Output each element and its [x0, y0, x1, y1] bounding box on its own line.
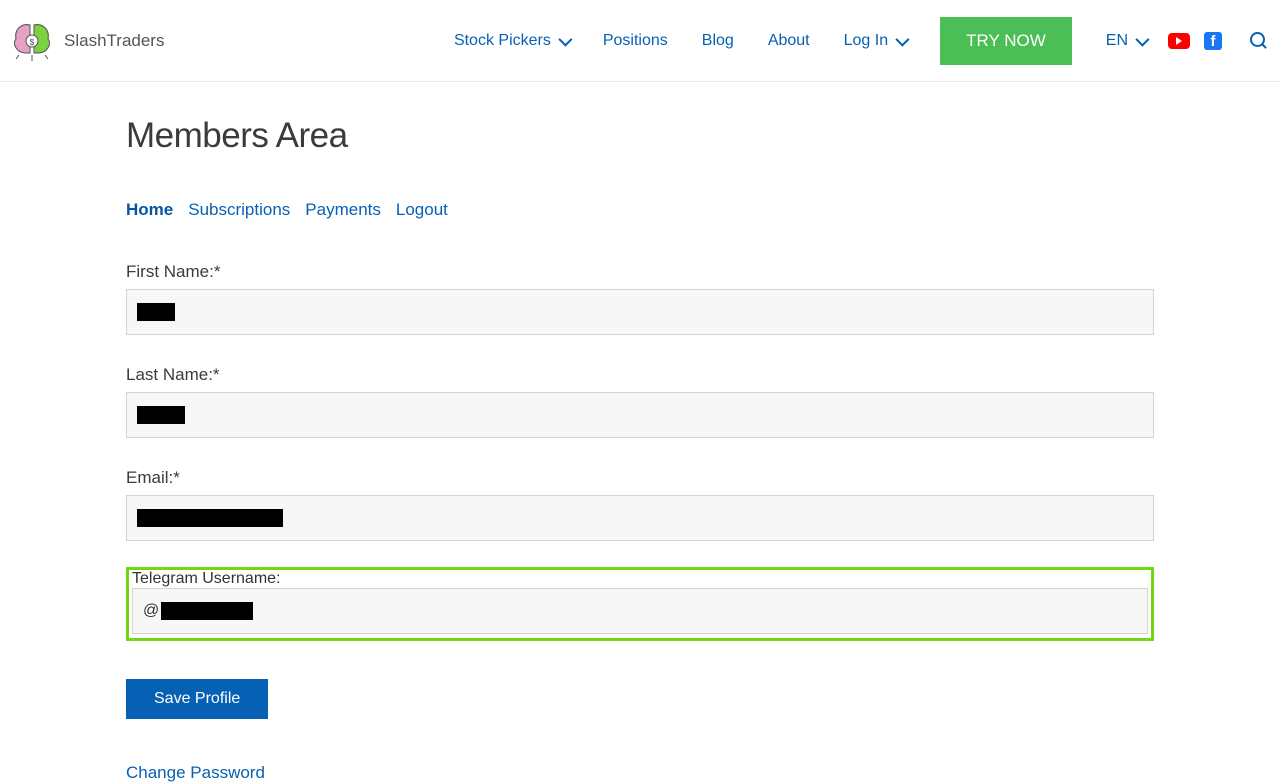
email-label: Email:*	[126, 468, 1154, 488]
save-profile-button[interactable]: Save Profile	[126, 679, 268, 719]
tab-subscriptions[interactable]: Subscriptions	[188, 200, 290, 220]
redacted-value	[137, 303, 175, 321]
redacted-value	[137, 406, 185, 424]
brand-name: SlashTraders	[64, 31, 164, 51]
first-name-field: First Name:*	[126, 262, 1154, 335]
logo[interactable]: $ SlashTraders	[10, 19, 164, 63]
redacted-value	[161, 602, 253, 620]
telegram-input[interactable]: @	[132, 588, 1148, 634]
youtube-icon[interactable]	[1168, 33, 1190, 49]
last-name-field: Last Name:*	[126, 365, 1154, 438]
facebook-icon[interactable]: f	[1204, 32, 1222, 50]
first-name-input[interactable]	[126, 289, 1154, 335]
try-now-button[interactable]: TRY NOW	[940, 17, 1072, 65]
email-field: Email:*	[126, 468, 1154, 541]
nav-about[interactable]: About	[768, 32, 810, 50]
page-title: Members Area	[126, 116, 1154, 156]
svg-text:$: $	[30, 38, 35, 47]
nav-positions[interactable]: Positions	[603, 32, 668, 50]
tab-payments[interactable]: Payments	[305, 200, 381, 220]
telegram-highlight: Telegram Username: @	[126, 567, 1154, 641]
header-social: f	[1168, 32, 1268, 50]
nav-stock-pickers-label: Stock Pickers	[454, 32, 551, 50]
nav-login[interactable]: Log In	[844, 32, 906, 50]
main-content: Members Area Home Subscriptions Payments…	[126, 82, 1154, 783]
brain-icon: $	[10, 19, 58, 63]
last-name-label: Last Name:*	[126, 365, 1154, 385]
tab-logout[interactable]: Logout	[396, 200, 448, 220]
nav-login-label: Log In	[844, 32, 888, 50]
nav-blog[interactable]: Blog	[702, 32, 734, 50]
first-name-label: First Name:*	[126, 262, 1154, 282]
email-input[interactable]	[126, 495, 1154, 541]
chevron-down-icon	[1135, 32, 1149, 46]
nav-language[interactable]: EN	[1106, 32, 1146, 50]
member-tabs: Home Subscriptions Payments Logout	[126, 200, 1154, 220]
nav-stock-pickers[interactable]: Stock Pickers	[454, 32, 569, 50]
telegram-prefix: @	[143, 602, 159, 620]
chevron-down-icon	[895, 32, 909, 46]
header: $ SlashTraders Stock Pickers Positions B…	[0, 0, 1280, 82]
change-password-link[interactable]: Change Password	[126, 763, 265, 783]
chevron-down-icon	[558, 32, 572, 46]
search-icon[interactable]	[1250, 32, 1268, 50]
main-nav: Stock Pickers Positions Blog About Log I…	[454, 17, 1146, 65]
last-name-input[interactable]	[126, 392, 1154, 438]
redacted-value	[137, 509, 283, 527]
telegram-label: Telegram Username:	[132, 570, 281, 587]
tab-home[interactable]: Home	[126, 200, 173, 220]
nav-language-label: EN	[1106, 32, 1128, 50]
